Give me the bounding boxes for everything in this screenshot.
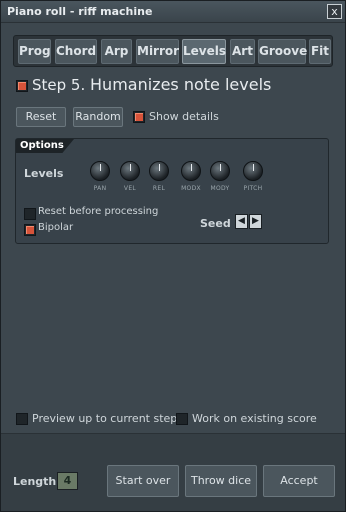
work-existing-label: Work on existing score: [192, 412, 317, 425]
options-panel: Options Levels PAN VEL REL MODX MODY PIT…: [15, 138, 329, 244]
length-label: Length: [13, 475, 57, 488]
random-button[interactable]: Random: [73, 107, 123, 127]
preview-checkbox[interactable]: [16, 413, 28, 425]
knob-icon[interactable]: [90, 161, 110, 181]
tab-mirror[interactable]: Mirror: [136, 39, 179, 64]
throw-dice-button[interactable]: Throw dice: [185, 465, 257, 497]
close-button[interactable]: x: [327, 4, 342, 19]
tab-levels[interactable]: Levels: [182, 39, 226, 64]
tab-groove[interactable]: Groove: [258, 39, 307, 64]
seed-next-button[interactable]: ▶: [249, 214, 262, 229]
knob-mody[interactable]: MODY: [206, 161, 234, 192]
step-heading: Step 5. Humanizes note levels: [32, 75, 271, 94]
work-existing-checkbox[interactable]: [176, 413, 188, 425]
tab-prog[interactable]: Prog: [18, 39, 51, 64]
knob-pan[interactable]: PAN: [86, 161, 114, 192]
knob-icon[interactable]: [243, 161, 263, 181]
options-header: Options: [16, 139, 74, 153]
seed-label: Seed: [200, 217, 231, 230]
knob-pitch[interactable]: PITCH: [239, 161, 267, 192]
knob-vel[interactable]: VEL: [116, 161, 144, 192]
levels-label: Levels: [24, 167, 64, 180]
knob-label-mody: MODY: [210, 185, 230, 192]
knob-label-pan: PAN: [93, 185, 107, 192]
knob-label-rel: REL: [152, 185, 166, 192]
show-details-label: Show details: [149, 110, 219, 123]
knob-icon[interactable]: [149, 161, 169, 181]
knob-icon[interactable]: [181, 161, 201, 181]
knob-icon[interactable]: [120, 161, 140, 181]
knob-label-vel: VEL: [123, 185, 137, 192]
knob-modx[interactable]: MODX: [177, 161, 205, 192]
preview-label: Preview up to current step: [32, 412, 178, 425]
step-prefix: Step 5.: [32, 76, 86, 94]
tab-fit[interactable]: Fit: [309, 39, 331, 64]
accept-button[interactable]: Accept: [263, 465, 335, 497]
title-bar[interactable]: Piano roll - riff machine x: [1, 1, 345, 23]
bipolar-label: Bipolar: [38, 222, 74, 233]
bipolar-checkbox[interactable]: [24, 224, 36, 236]
reset-before-label: Reset before processing: [38, 206, 159, 217]
show-details-checkbox[interactable]: [133, 111, 145, 123]
window-title: Piano roll - riff machine: [7, 5, 153, 18]
step-title: Humanizes note levels: [90, 75, 272, 94]
reset-button[interactable]: Reset: [16, 107, 66, 127]
tab-arp[interactable]: Arp: [101, 39, 132, 64]
riff-machine-window: Piano roll - riff machine x Prog Chord A…: [0, 0, 346, 512]
start-over-button[interactable]: Start over: [107, 465, 179, 497]
knob-label-pitch: PITCH: [243, 185, 263, 192]
knob-rel[interactable]: REL: [145, 161, 173, 192]
step-tabs: Prog Chord Arp Mirror Levels Art Groove …: [13, 35, 333, 67]
step-enable-checkbox[interactable]: [16, 80, 28, 92]
knob-icon[interactable]: [210, 161, 230, 181]
reset-before-checkbox[interactable]: [24, 208, 36, 220]
seed-prev-button[interactable]: ◀: [235, 214, 248, 229]
knob-label-modx: MODX: [181, 185, 201, 192]
tab-chord[interactable]: Chord: [55, 39, 97, 64]
tab-art[interactable]: Art: [230, 39, 255, 64]
length-value[interactable]: 4: [57, 472, 78, 490]
